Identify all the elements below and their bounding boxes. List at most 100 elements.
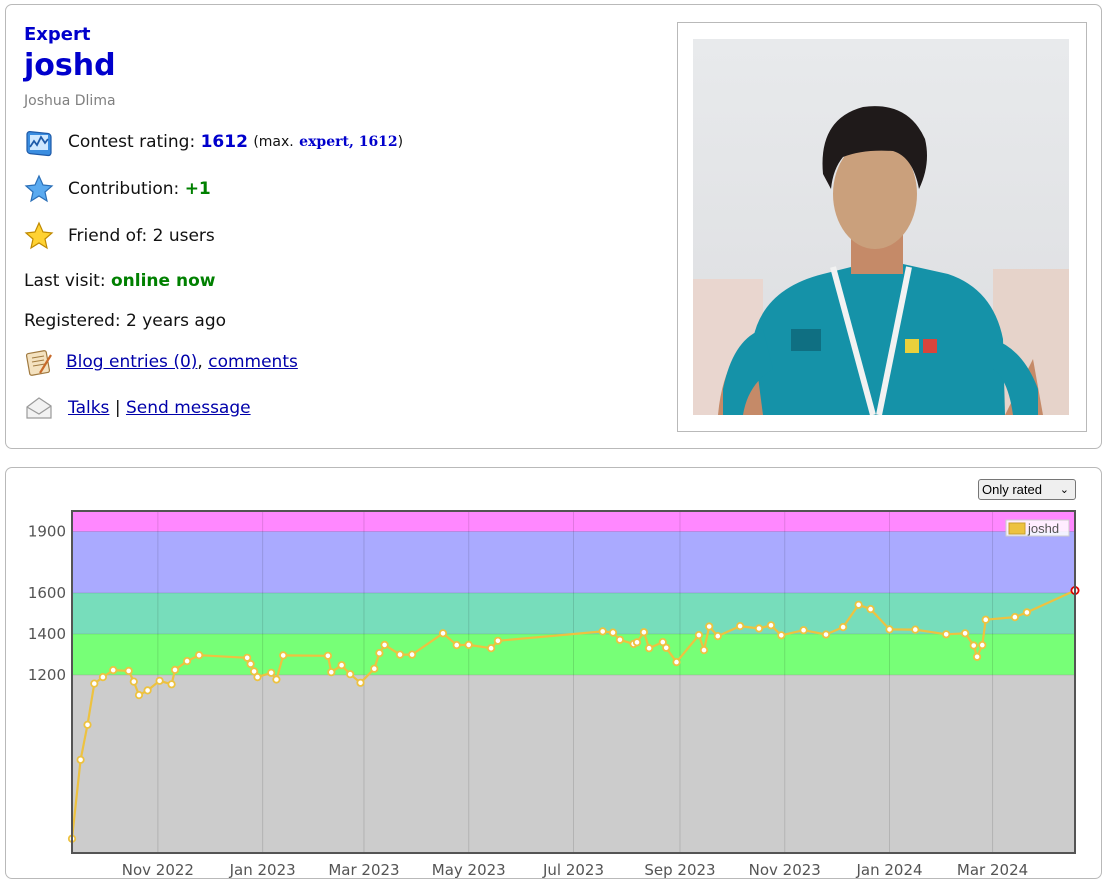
rating-point[interactable] bbox=[464, 640, 473, 649]
rating-point[interactable] bbox=[438, 629, 448, 638]
rating-point[interactable] bbox=[90, 679, 99, 688]
user-info-box: Expert joshd Joshua Dlima Contest rating… bbox=[5, 4, 1102, 449]
rating-point[interactable] bbox=[1010, 613, 1020, 622]
user-avatar-frame bbox=[677, 22, 1087, 432]
x-tick-label: Nov 2022 bbox=[122, 861, 194, 878]
gold-star-icon bbox=[24, 221, 54, 251]
rating-point[interactable] bbox=[754, 624, 764, 633]
talks-separator: | bbox=[114, 398, 121, 418]
rating-point[interactable] bbox=[854, 600, 863, 609]
rating-point[interactable] bbox=[493, 636, 502, 645]
rating-point[interactable] bbox=[615, 635, 625, 644]
rating-point[interactable] bbox=[960, 629, 970, 638]
rating-point[interactable] bbox=[380, 640, 389, 649]
talks-link[interactable]: Talks bbox=[68, 398, 109, 418]
last-visit-label: Last visit: bbox=[24, 271, 106, 291]
rating-point[interactable] bbox=[885, 625, 894, 634]
rating-point[interactable] bbox=[323, 651, 332, 660]
x-tick-label: Jan 2023 bbox=[229, 861, 296, 878]
rating-point[interactable] bbox=[155, 676, 164, 685]
rating-point[interactable] bbox=[911, 625, 920, 634]
rating-point[interactable] bbox=[167, 680, 176, 689]
legend-swatch bbox=[1008, 522, 1026, 535]
x-tick-label: Jan 2024 bbox=[855, 861, 922, 878]
max-rating-value: expert, 1612 bbox=[299, 134, 398, 150]
rating-point[interactable] bbox=[129, 677, 138, 686]
rating-point[interactable] bbox=[799, 626, 808, 635]
rating-point[interactable] bbox=[644, 644, 654, 653]
rating-point[interactable] bbox=[272, 675, 281, 684]
rating-point[interactable] bbox=[486, 644, 496, 653]
contribution-value: +1 bbox=[184, 179, 211, 199]
send-message-link[interactable]: Send message bbox=[126, 398, 251, 418]
rating-point[interactable] bbox=[608, 628, 618, 637]
rating-point[interactable] bbox=[76, 755, 85, 764]
rating-point[interactable] bbox=[327, 668, 336, 677]
rating-point[interactable] bbox=[143, 686, 152, 695]
contest-rating-row: Contest rating: 1612 (max. expert, 1612) bbox=[24, 127, 403, 157]
rating-point[interactable] bbox=[1022, 608, 1032, 617]
rating-point[interactable] bbox=[598, 627, 607, 636]
rating-point[interactable] bbox=[981, 615, 990, 624]
rating-point[interactable] bbox=[183, 657, 192, 666]
rating-point[interactable] bbox=[452, 641, 461, 650]
rating-point[interactable] bbox=[279, 651, 288, 660]
last-visit-value: online now bbox=[110, 271, 216, 291]
blog-separator: , bbox=[197, 352, 203, 372]
registered-value: 2 years ago bbox=[126, 311, 227, 331]
rating-point[interactable] bbox=[407, 650, 417, 659]
rating-point[interactable] bbox=[705, 622, 714, 631]
rating-point[interactable] bbox=[821, 630, 831, 639]
blog-notepad-icon bbox=[24, 347, 54, 377]
rating-point[interactable] bbox=[253, 673, 262, 682]
rating-graph-box: Only rated ⌄ Nov 2022 Jan 2023 Mar 2023 May… bbox=[5, 467, 1102, 879]
talks-row: Talks | Send message bbox=[24, 393, 251, 423]
rating-point[interactable] bbox=[969, 641, 978, 650]
rating-point[interactable] bbox=[838, 623, 848, 632]
rating-point[interactable] bbox=[766, 621, 776, 630]
rating-point[interactable] bbox=[972, 652, 982, 661]
rating-point[interactable] bbox=[170, 665, 180, 674]
rating-point[interactable] bbox=[370, 664, 379, 673]
rating-point[interactable] bbox=[375, 649, 384, 658]
rating-point[interactable] bbox=[662, 643, 671, 652]
rating-point[interactable] bbox=[694, 631, 704, 640]
user-rank: Expert bbox=[24, 24, 91, 45]
rating-point[interactable] bbox=[672, 658, 681, 667]
rating-point[interactable] bbox=[134, 691, 144, 700]
rating-point[interactable] bbox=[866, 605, 875, 614]
rating-point[interactable] bbox=[337, 661, 346, 670]
friend-of-row: Friend of: 2 users bbox=[24, 221, 215, 251]
friend-of-label: Friend of: bbox=[68, 226, 148, 246]
rating-point[interactable] bbox=[699, 646, 709, 655]
rating-point[interactable] bbox=[978, 641, 987, 650]
friend-of-value: 2 users bbox=[152, 226, 215, 246]
rating-point[interactable] bbox=[942, 630, 951, 639]
rating-chart: Nov 2022 Jan 2023 Mar 2023 May 2023 Jul 2023… bbox=[28, 510, 1080, 878]
rating-point[interactable] bbox=[243, 653, 252, 662]
rating-point[interactable] bbox=[632, 638, 642, 647]
rating-point[interactable] bbox=[713, 632, 722, 641]
rating-point[interactable] bbox=[98, 673, 108, 682]
x-tick-label: Sep 2023 bbox=[644, 861, 715, 878]
rating-point[interactable] bbox=[356, 678, 365, 687]
x-tick-label: May 2023 bbox=[432, 861, 506, 878]
rating-point[interactable] bbox=[109, 666, 118, 675]
rating-point[interactable] bbox=[246, 659, 255, 669]
rating-point[interactable] bbox=[777, 631, 786, 640]
rating-point[interactable] bbox=[346, 670, 355, 679]
legend-label: joshd bbox=[1027, 521, 1059, 536]
x-tick-label: Mar 2023 bbox=[328, 861, 399, 878]
user-handle[interactable]: joshd bbox=[24, 48, 116, 83]
blog-entries-link[interactable]: Blog entries (0) bbox=[66, 352, 197, 372]
rating-point[interactable] bbox=[639, 628, 649, 637]
registered-label: Registered: bbox=[24, 311, 121, 331]
max-rating-suffix: ) bbox=[397, 134, 404, 150]
comments-link[interactable]: comments bbox=[208, 352, 298, 372]
rating-point[interactable] bbox=[124, 666, 133, 675]
rating-point[interactable] bbox=[195, 651, 204, 660]
rating-point[interactable] bbox=[735, 622, 745, 631]
rating-point[interactable] bbox=[267, 668, 276, 677]
rating-point[interactable] bbox=[395, 650, 405, 659]
rating-point[interactable] bbox=[83, 720, 92, 729]
